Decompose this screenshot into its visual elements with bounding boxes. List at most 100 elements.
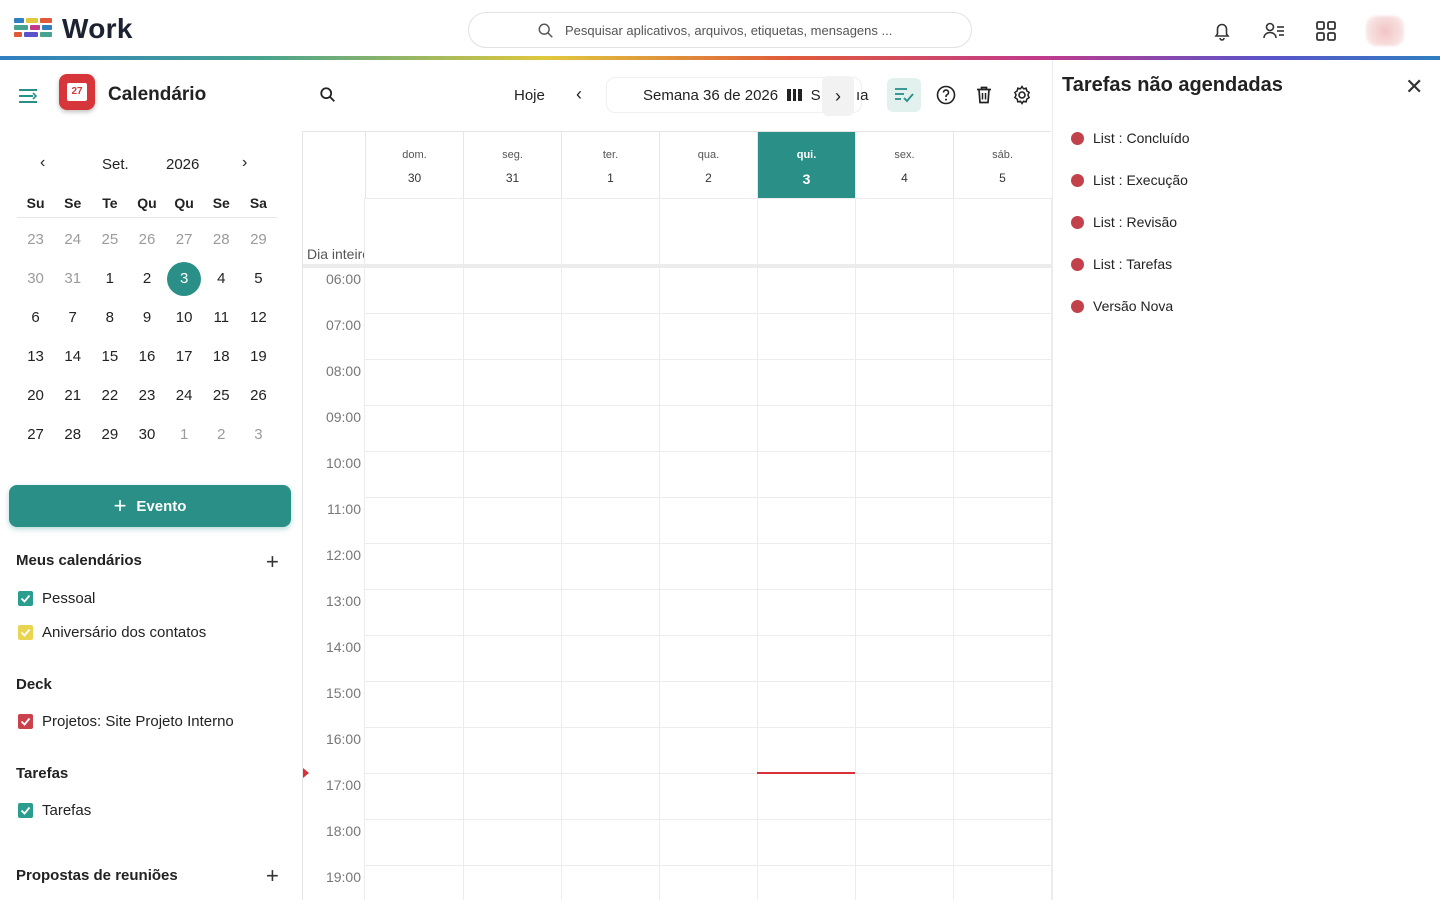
mini-calendar-today[interactable]: 3 — [167, 261, 202, 296]
calendar-item-aniversario[interactable]: Aniversário dos contatos — [18, 624, 206, 641]
mini-calendar-day[interactable]: 1 — [166, 426, 203, 443]
today-button[interactable]: Hoje — [514, 87, 545, 104]
menu-toggle-icon[interactable] — [18, 88, 38, 104]
mini-calendar-day[interactable]: 9 — [128, 309, 165, 326]
mini-calendar-day[interactable]: 23 — [128, 387, 165, 404]
add-calendar-button[interactable]: + — [266, 551, 279, 573]
mini-calendar-day[interactable]: 1 — [91, 270, 128, 287]
calendar-item-tarefas[interactable]: Tarefas — [18, 802, 91, 819]
mini-calendar-day[interactable]: 10 — [166, 309, 203, 326]
mini-calendar-day[interactable]: 21 — [54, 387, 91, 404]
week-grid[interactable]: Dia inteiro dom. 30 seg. 31 ter. 1 qua. 2 qui. 3 s… — [302, 131, 1052, 900]
mini-calendar-day[interactable]: 20 — [17, 387, 54, 404]
unscheduled-task-item[interactable]: List : Revisão — [1071, 214, 1177, 230]
day-header[interactable]: ter. 1 — [561, 132, 659, 198]
hour-label: 15:00 — [325, 685, 361, 701]
previous-week-button[interactable]: ‹ — [576, 84, 582, 105]
mini-calendar-day[interactable]: 28 — [203, 231, 240, 248]
contacts-icon[interactable] — [1262, 19, 1286, 43]
calendar-toolbar: Hoje ‹ Semana 36 de 2026 S › ıa — [300, 60, 1052, 130]
mini-calendar-day[interactable]: 29 — [91, 426, 128, 443]
calendar-item-pessoal[interactable]: Pessoal — [18, 590, 95, 607]
mini-calendar-day[interactable]: 26 — [240, 387, 277, 404]
mini-calendar-day[interactable]: 3 — [240, 426, 277, 443]
checkbox-checked-icon[interactable] — [18, 714, 33, 729]
mini-calendar-day[interactable]: 19 — [240, 348, 277, 365]
view-selector-fragment[interactable]: ıa — [856, 87, 869, 104]
mini-calendar-day[interactable]: 7 — [54, 309, 91, 326]
mini-calendar-day[interactable]: 24 — [54, 231, 91, 248]
hour-label: 19:00 — [325, 869, 361, 885]
user-avatar[interactable] — [1366, 16, 1404, 46]
checkbox-checked-icon[interactable] — [18, 625, 33, 640]
header-divider — [365, 198, 1051, 199]
mini-calendar-day[interactable]: 31 — [54, 270, 91, 287]
brand[interactable]: Work — [14, 13, 133, 44]
add-meeting-proposal-button[interactable]: + — [266, 865, 279, 887]
help-icon[interactable] — [936, 85, 956, 105]
mini-calendar-day[interactable]: 24 — [166, 387, 203, 404]
mini-calendar-day[interactable]: 15 — [91, 348, 128, 365]
new-event-button[interactable]: + Evento — [9, 485, 291, 527]
checkbox-checked-icon[interactable] — [18, 803, 33, 818]
apps-grid-icon[interactable] — [1314, 19, 1338, 43]
mini-prev-month-button[interactable]: ‹ — [40, 154, 45, 172]
mini-calendar-day[interactable]: 23 — [17, 231, 54, 248]
mini-calendar-day[interactable]: 17 — [166, 348, 203, 365]
settings-gear-icon[interactable] — [1012, 85, 1032, 105]
mini-calendar-day[interactable]: 12 — [240, 309, 277, 326]
mini-calendar-day[interactable]: 4 — [203, 270, 240, 287]
day-header[interactable]: sex. 4 — [855, 132, 953, 198]
new-event-label: Evento — [136, 497, 187, 515]
day-header[interactable]: seg. 31 — [463, 132, 561, 198]
mini-month-selector[interactable]: Set. — [102, 156, 129, 173]
unscheduled-task-item[interactable]: Versão Nova — [1071, 298, 1173, 314]
mini-calendar-day[interactable]: 26 — [128, 231, 165, 248]
mini-weekday-header: Se — [212, 194, 230, 211]
mini-calendar-day[interactable]: 30 — [128, 426, 165, 443]
unscheduled-task-item[interactable]: List : Tarefas — [1071, 256, 1172, 272]
mini-calendar-day[interactable]: 16 — [128, 348, 165, 365]
task-color-dot-icon — [1071, 131, 1084, 145]
mini-calendar-day[interactable]: 25 — [203, 387, 240, 404]
mini-calendar-day[interactable]: 11 — [203, 309, 240, 326]
checkbox-checked-icon[interactable] — [18, 591, 33, 606]
mini-calendar-day[interactable]: 27 — [166, 231, 203, 248]
close-icon[interactable]: ✕ — [1405, 74, 1423, 100]
mini-calendar-day[interactable]: 5 — [240, 270, 277, 287]
trash-icon[interactable] — [974, 85, 994, 105]
next-week-button[interactable]: › — [822, 76, 854, 116]
mini-calendar-day[interactable]: 22 — [91, 387, 128, 404]
day-header[interactable]: dom. 30 — [365, 132, 463, 198]
calendar-item-label: Pessoal — [42, 590, 96, 607]
unscheduled-task-item[interactable]: List : Execução — [1071, 172, 1188, 188]
mini-year-selector[interactable]: 2026 — [166, 156, 199, 173]
mini-calendar-day[interactable]: 30 — [17, 270, 54, 287]
hour-divider — [365, 313, 1051, 314]
mini-calendar-day[interactable]: 2 — [203, 426, 240, 443]
search-input[interactable]: Pesquisar aplicativos, arquivos, etiquet… — [565, 23, 892, 38]
mini-calendar-day[interactable]: 25 — [91, 231, 128, 248]
mini-calendar-day[interactable]: 2 — [128, 270, 165, 287]
notifications-bell-icon[interactable] — [1210, 19, 1234, 43]
mini-calendar-day[interactable]: 29 — [240, 231, 277, 248]
global-search[interactable]: Pesquisar aplicativos, arquivos, etiquet… — [468, 12, 972, 48]
mini-next-month-button[interactable]: › — [242, 154, 247, 172]
day-header[interactable]: qua. 2 — [659, 132, 757, 198]
unscheduled-task-item[interactable]: List : Concluído — [1071, 130, 1190, 146]
day-header[interactable]: sáb. 5 — [953, 132, 1051, 198]
calendar-item-deck-projetos[interactable]: Projetos: Site Projeto Interno — [18, 713, 234, 730]
mini-calendar-day[interactable]: 27 — [17, 426, 54, 443]
day-number: 1 — [607, 171, 614, 185]
mini-calendar-day[interactable]: 28 — [54, 426, 91, 443]
mini-calendar-day[interactable]: 14 — [54, 348, 91, 365]
mini-calendar-day[interactable]: 13 — [17, 348, 54, 365]
mini-calendar-day[interactable]: 6 — [17, 309, 54, 326]
mini-calendar-day[interactable]: 8 — [91, 309, 128, 326]
mini-calendar-day[interactable]: 18 — [203, 348, 240, 365]
unscheduled-tasks-toggle[interactable] — [887, 78, 921, 112]
search-icon[interactable] — [319, 86, 337, 104]
day-header[interactable]: qui. 3 — [757, 132, 855, 198]
mini-calendar-day[interactable]: 3 — [166, 261, 203, 296]
hour-label: 18:00 — [325, 823, 361, 839]
